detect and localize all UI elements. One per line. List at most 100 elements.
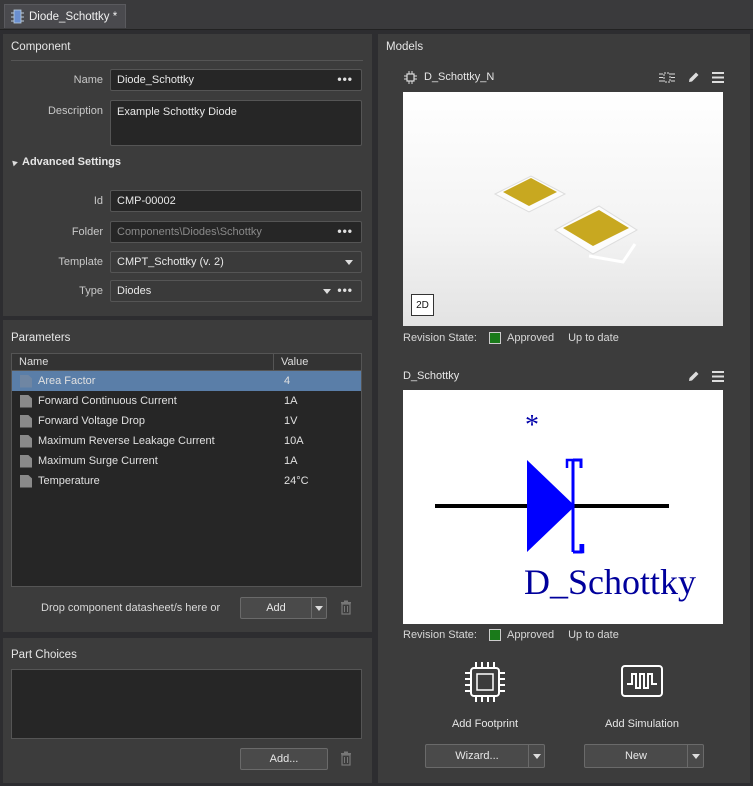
symbol-revision-row: Revision State: Approved Up to date xyxy=(403,629,619,641)
table-row[interactable]: Forward Voltage Drop 1V xyxy=(12,411,361,431)
table-row[interactable]: Maximum Reverse Leakage Current 10A xyxy=(12,431,361,451)
add-simulation-label: Add Simulation xyxy=(605,718,679,730)
models-panel: Models D_Schottky_N 2D Revision State: A… xyxy=(378,34,750,783)
parameter-name: Forward Voltage Drop xyxy=(38,415,145,427)
column-header-name[interactable]: Name xyxy=(12,354,274,370)
table-row[interactable]: Area Factor 4 xyxy=(12,371,361,391)
component-panel: Component Name Diode_Schottky ••• Descri… xyxy=(3,34,372,316)
chevron-down-icon xyxy=(323,289,331,294)
delete-part-choice-icon[interactable] xyxy=(340,751,352,766)
parameter-name: Forward Continuous Current xyxy=(38,395,177,407)
type-value: Diodes xyxy=(117,285,152,297)
revision-status: Up to date xyxy=(568,629,619,641)
revision-state: Approved xyxy=(506,629,555,641)
type-select[interactable]: Diodes ••• xyxy=(110,280,362,302)
document-tab[interactable]: Diode_Schottky * xyxy=(4,4,127,28)
edit-symbol-icon[interactable] xyxy=(687,370,700,383)
parameter-value: 10A xyxy=(284,435,304,447)
name-field[interactable]: Diode_Schottky ••• xyxy=(110,69,362,91)
parameter-name: Area Factor xyxy=(38,375,96,387)
chevron-down-icon xyxy=(345,260,353,265)
name-label: Name xyxy=(73,74,103,86)
type-more-button[interactable]: ••• xyxy=(337,284,353,296)
diode-triangle xyxy=(527,460,575,552)
parameter-name: Maximum Reverse Leakage Current xyxy=(38,435,215,447)
template-label: Template xyxy=(58,256,103,268)
parameters-table[interactable]: Name Value Area Factor 4 Forward Continu… xyxy=(11,353,362,587)
parameter-icon xyxy=(20,374,32,388)
parameter-icon xyxy=(20,434,32,448)
delete-parameter-icon[interactable] xyxy=(340,600,352,615)
description-label: Description xyxy=(47,105,103,117)
type-label: Type xyxy=(79,285,103,297)
add-footprint-icon[interactable] xyxy=(462,662,508,702)
parameters-section-title: Parameters xyxy=(11,332,71,344)
advanced-settings-label: Advanced Settings xyxy=(22,156,122,168)
name-value: Diode_Schottky xyxy=(117,74,195,86)
advanced-settings-toggle[interactable]: Advanced Settings xyxy=(10,156,122,168)
approved-swatch xyxy=(488,629,501,641)
parameter-value: 24°C xyxy=(284,475,309,487)
drop-datasheet-hint: Drop component datasheet/s here or xyxy=(41,602,221,614)
template-select[interactable]: CMPT_Schottky (v. 2) xyxy=(110,251,362,273)
column-header-value[interactable]: Value xyxy=(274,356,308,368)
parameter-value: 1A xyxy=(284,455,298,467)
designator-mark: * xyxy=(525,410,539,441)
part-choices-section-title: Part Choices xyxy=(11,649,77,661)
folder-field[interactable]: Components\Diodes\Schottky ••• xyxy=(110,221,362,243)
revision-label: Revision State: xyxy=(403,332,477,344)
chevron-down-icon xyxy=(315,605,323,611)
parameter-name: Temperature xyxy=(38,475,100,487)
template-value: CMPT_Schottky (v. 2) xyxy=(117,256,224,268)
part-choices-list[interactable] xyxy=(11,669,362,739)
parameter-icon xyxy=(20,454,32,468)
new-simulation-dropdown[interactable] xyxy=(687,744,704,768)
add-parameter-dropdown[interactable] xyxy=(311,597,327,619)
chevron-down-icon xyxy=(691,753,700,759)
parameter-icon xyxy=(20,394,32,408)
add-simulation-icon[interactable] xyxy=(620,664,664,698)
document-tab-title: Diode_Schottky * xyxy=(29,10,118,23)
add-footprint-label: Add Footprint xyxy=(451,718,519,730)
footprint-wizard-dropdown[interactable] xyxy=(528,744,545,768)
collapse-triangle-icon xyxy=(10,158,18,166)
description-field[interactable]: Example Schottky Diode xyxy=(110,100,362,146)
footprint-model-name: D_Schottky_N xyxy=(424,71,495,83)
add-part-choice-button[interactable]: Add... xyxy=(240,748,328,770)
symbol-menu-icon[interactable] xyxy=(712,371,724,382)
footprint-preview[interactable]: 2D xyxy=(403,92,723,326)
revision-label: Revision State: xyxy=(403,629,477,641)
folder-value: Components\Diodes\Schottky xyxy=(117,226,262,238)
table-row[interactable]: Forward Continuous Current 1A xyxy=(12,391,361,411)
symbol-comment: D_Schottky xyxy=(524,562,697,602)
symbol-preview[interactable]: * D_Schottky xyxy=(403,390,723,624)
add-parameter-button[interactable]: Add xyxy=(240,597,312,619)
id-label: Id xyxy=(93,195,103,207)
id-value: CMP-00002 xyxy=(117,195,176,207)
symbol-model-name: D_Schottky xyxy=(403,370,460,382)
footprint-revision-row: Revision State: Approved Up to date xyxy=(403,332,619,344)
view-2d-badge[interactable]: 2D xyxy=(411,294,434,316)
footprint-view-toggle-icon[interactable] xyxy=(658,71,676,84)
revision-state: Approved xyxy=(506,332,555,344)
models-section-title: Models xyxy=(386,41,424,53)
name-more-button[interactable]: ••• xyxy=(337,73,353,85)
component-section-title: Component xyxy=(11,41,71,53)
approved-swatch xyxy=(488,332,501,344)
footprint-menu-icon[interactable] xyxy=(712,72,724,83)
id-field[interactable]: CMP-00002 xyxy=(110,190,362,212)
parameter-value: 1V xyxy=(284,415,298,427)
revision-status: Up to date xyxy=(568,332,619,344)
table-row[interactable]: Maximum Surge Current 1A xyxy=(12,451,361,471)
folder-label: Folder xyxy=(71,226,103,238)
divider xyxy=(11,60,363,61)
edit-footprint-icon[interactable] xyxy=(687,71,700,84)
parameter-value: 4 xyxy=(284,375,291,387)
table-row[interactable]: Temperature 24°C xyxy=(12,471,361,491)
table-header: Name Value xyxy=(12,354,361,371)
folder-more-button[interactable]: ••• xyxy=(337,225,353,237)
parameter-value: 1A xyxy=(284,395,298,407)
footprint-wizard-button[interactable]: Wizard... xyxy=(425,744,529,768)
component-doc-icon xyxy=(11,9,24,24)
new-simulation-button[interactable]: New xyxy=(584,744,688,768)
